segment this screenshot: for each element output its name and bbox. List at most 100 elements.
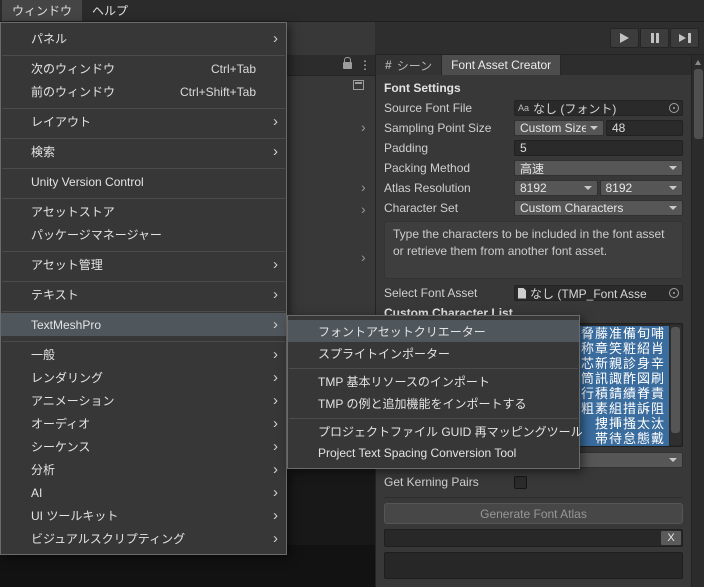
menu-item[interactable]: 次のウィンドウ Ctrl+Tab bbox=[1, 57, 286, 80]
foldout-chevron-icon[interactable]: › bbox=[361, 120, 366, 134]
submenu-arrow-icon: › bbox=[273, 460, 278, 478]
menu-item[interactable] bbox=[1, 246, 286, 253]
sampling-mode-dropdown[interactable]: Custom Size bbox=[514, 120, 604, 136]
submenu-arrow-icon: › bbox=[273, 142, 278, 160]
menu-item-label: パネル bbox=[31, 32, 68, 46]
menu-item[interactable]: パッケージマネージャー bbox=[1, 223, 286, 246]
step-icon bbox=[678, 34, 686, 42]
step-button[interactable] bbox=[670, 28, 699, 48]
submenu-arrow-icon: › bbox=[273, 368, 278, 386]
sampling-mode-value: Custom Size bbox=[520, 121, 586, 135]
menu-item[interactable]: テキスト › bbox=[1, 283, 286, 306]
foldout-chevron-icon[interactable]: › bbox=[361, 250, 366, 264]
foldout-chevron-icon[interactable]: › bbox=[361, 202, 366, 216]
menu-item[interactable] bbox=[1, 163, 286, 170]
source-font-file-field[interactable]: Aa なし (フォント) bbox=[514, 100, 683, 116]
menu-item[interactable]: Unity Version Control bbox=[1, 170, 286, 193]
menubar-item[interactable]: ウィンドウ bbox=[2, 0, 83, 21]
padding-label: Padding bbox=[384, 141, 429, 155]
select-font-asset-label: Select Font Asset bbox=[384, 286, 478, 300]
menu-item[interactable] bbox=[1, 336, 286, 343]
pause-button[interactable] bbox=[640, 28, 669, 48]
scrollbar-up-arrow-icon[interactable] bbox=[695, 60, 701, 65]
menubar-item-label: ウィンドウ bbox=[12, 4, 73, 18]
submenu-item-label: スプライトインポーター bbox=[318, 346, 451, 361]
menubar-item[interactable]: ヘルプ bbox=[82, 0, 138, 21]
menu-item[interactable]: オーディオ › bbox=[1, 412, 286, 435]
menu-item[interactable]: 前のウィンドウ Ctrl+Shift+Tab bbox=[1, 80, 286, 103]
object-picker-icon[interactable] bbox=[669, 288, 679, 298]
menu-item[interactable]: UI ツールキット › bbox=[1, 504, 286, 527]
submenu-item[interactable]: TMP の例と追加機能をインポートする bbox=[288, 392, 579, 414]
select-font-asset-row: Select Font Asset なし (TMP_Font Asse bbox=[384, 284, 683, 302]
atlas-width-dropdown[interactable]: 8192 bbox=[514, 180, 598, 196]
submenu-item[interactable]: フォントアセットクリエーター bbox=[288, 320, 579, 342]
play-button[interactable] bbox=[610, 28, 639, 48]
menu-item[interactable]: アセットストア bbox=[1, 200, 286, 223]
atlas-resolution-label: Atlas Resolution bbox=[384, 181, 471, 195]
menu-item[interactable]: TextMeshPro › bbox=[1, 313, 286, 336]
menu-item[interactable] bbox=[1, 133, 286, 140]
submenu-arrow-icon: › bbox=[273, 255, 278, 273]
menu-item-label: パッケージマネージャー bbox=[31, 228, 162, 242]
submenu-item-label: プロジェクトファイル GUID 再マッピングツール bbox=[318, 424, 583, 439]
menu-item[interactable]: アニメーション › bbox=[1, 389, 286, 412]
submenu-item[interactable]: プロジェクトファイル GUID 再マッピングツール bbox=[288, 420, 583, 442]
menu-item-label: 検索 bbox=[31, 145, 56, 159]
menu-item[interactable]: アセット管理 › bbox=[1, 253, 286, 276]
panel-scrollbar[interactable] bbox=[691, 55, 704, 587]
menu-item[interactable]: シーケンス › bbox=[1, 435, 286, 458]
submenu-item[interactable]: Project Text Spacing Conversion Tool bbox=[288, 442, 579, 464]
dropdown-caret-icon bbox=[669, 458, 677, 462]
padding-row: Padding 5 bbox=[384, 139, 683, 157]
menu-item[interactable]: 検索 › bbox=[1, 140, 286, 163]
submenu-arrow-icon: › bbox=[273, 529, 278, 547]
menu-item[interactable] bbox=[1, 50, 286, 57]
menu-item[interactable]: パネル › bbox=[1, 27, 286, 50]
foldout-chevron-icon[interactable]: › bbox=[361, 180, 366, 194]
menu-item[interactable]: レンダリング › bbox=[1, 366, 286, 389]
maximize-icon[interactable] bbox=[353, 80, 364, 90]
padding-value: 5 bbox=[520, 141, 527, 155]
submenu-item[interactable]: TMP 基本リソースのインポート bbox=[288, 370, 579, 392]
menu-item[interactable]: 一般 › bbox=[1, 343, 286, 366]
menu-item-label: 分析 bbox=[31, 463, 56, 477]
menu-item-label: 次のウィンドウ bbox=[31, 62, 116, 76]
play-controls bbox=[610, 28, 699, 48]
textarea-scrollbar[interactable] bbox=[670, 325, 681, 445]
generate-font-atlas-button[interactable]: Generate Font Atlas bbox=[384, 503, 683, 524]
output-path-field[interactable]: X bbox=[384, 529, 683, 547]
get-kerning-pairs-row: Get Kerning Pairs bbox=[384, 473, 683, 491]
object-picker-icon[interactable] bbox=[669, 103, 679, 113]
menu-item[interactable] bbox=[1, 103, 286, 110]
font-settings-header: Font Settings bbox=[384, 81, 461, 95]
menu-item[interactable]: 分析 › bbox=[1, 458, 286, 481]
character-set-dropdown[interactable]: Custom Characters bbox=[514, 200, 683, 216]
sampling-size-input[interactable]: 48 bbox=[606, 120, 683, 136]
kebab-menu-icon[interactable]: ⋮ bbox=[359, 58, 371, 72]
menu-item[interactable] bbox=[1, 193, 286, 200]
get-kerning-pairs-checkbox[interactable] bbox=[514, 475, 527, 489]
textarea-scrollbar-thumb[interactable] bbox=[671, 327, 680, 433]
lock-icon[interactable] bbox=[343, 57, 352, 69]
scrollbar-thumb[interactable] bbox=[694, 69, 703, 139]
menu-item-label: ビジュアルスクリプティング bbox=[31, 532, 186, 546]
packing-method-label: Packing Method bbox=[384, 161, 471, 175]
menu-item[interactable] bbox=[1, 276, 286, 283]
tab-font-asset-creator[interactable]: Font Asset Creator bbox=[442, 55, 562, 75]
select-font-asset-field[interactable]: なし (TMP_Font Asse bbox=[514, 285, 683, 301]
tab-scene[interactable]: # シーン bbox=[376, 55, 443, 75]
source-font-file-row: Source Font File Aa なし (フォント) bbox=[384, 99, 683, 117]
padding-input[interactable]: 5 bbox=[514, 140, 683, 156]
menu-item[interactable]: AI › bbox=[1, 481, 286, 504]
menu-item[interactable]: レイアウト › bbox=[1, 110, 286, 133]
menu-item-label: テキスト bbox=[31, 288, 79, 302]
character-set-row: Character Set Custom Characters bbox=[384, 199, 683, 217]
clear-button[interactable]: X bbox=[661, 531, 681, 545]
submenu-item[interactable]: スプライトインポーター bbox=[288, 342, 579, 364]
packing-method-dropdown[interactable]: 高速 bbox=[514, 160, 683, 176]
menu-item-label: アニメーション bbox=[31, 394, 115, 408]
atlas-height-dropdown[interactable]: 8192 bbox=[599, 180, 683, 196]
menu-item[interactable]: ビジュアルスクリプティング › bbox=[1, 527, 286, 550]
menu-item[interactable] bbox=[1, 306, 286, 313]
